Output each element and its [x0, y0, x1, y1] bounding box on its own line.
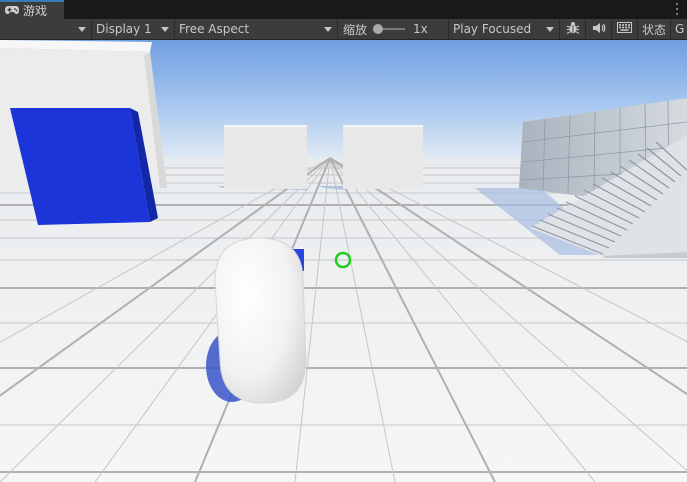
- aspect-value: Free Aspect: [179, 22, 250, 36]
- zoom-slider[interactable]: [373, 22, 406, 36]
- chevron-down-icon: [546, 27, 554, 32]
- mute-audio-button[interactable]: [586, 19, 612, 39]
- stats-button[interactable]: 状态: [638, 19, 672, 39]
- play-mode-dropdown[interactable]: Play Focused: [449, 19, 560, 39]
- display-value: Display 1: [96, 22, 152, 36]
- chevron-down-icon: [161, 27, 169, 32]
- keyboard-icon: [617, 22, 632, 36]
- gizmos-label: G: [675, 22, 685, 36]
- bug-icon: [566, 21, 580, 38]
- zoom-value: 1x: [413, 22, 428, 36]
- gamepad-icon: [5, 4, 19, 18]
- debug-button[interactable]: [560, 19, 586, 39]
- tab-label: 游戏: [23, 4, 48, 18]
- game-viewport[interactable]: [0, 40, 687, 482]
- distant-panel-left: [218, 125, 308, 190]
- aspect-dropdown[interactable]: Free Aspect: [175, 19, 338, 39]
- stats-label: 状态: [642, 22, 667, 37]
- tab-game[interactable]: 游戏: [0, 0, 64, 19]
- speaker-icon: [592, 22, 606, 37]
- game-view-dropdown[interactable]: [0, 19, 92, 39]
- chevron-down-icon: [78, 27, 86, 32]
- gizmos-button[interactable]: G: [671, 19, 684, 39]
- play-mode-value: Play Focused: [453, 22, 532, 36]
- chevron-down-icon: [324, 27, 332, 32]
- game-toolbar: Display 1 Free Aspect 缩放 1x Play Focused: [0, 19, 687, 40]
- tab-strip: 游戏: [0, 0, 687, 19]
- kebab-menu-icon[interactable]: [671, 3, 683, 15]
- zoom-control: 缩放 1x: [338, 19, 449, 39]
- display-dropdown[interactable]: Display 1: [92, 19, 175, 39]
- scene-render: [0, 40, 687, 482]
- zoom-label: 缩放: [343, 22, 368, 37]
- zoom-slider-thumb[interactable]: [373, 24, 384, 34]
- shortcuts-button[interactable]: [612, 19, 638, 39]
- player-capsule: [214, 237, 307, 404]
